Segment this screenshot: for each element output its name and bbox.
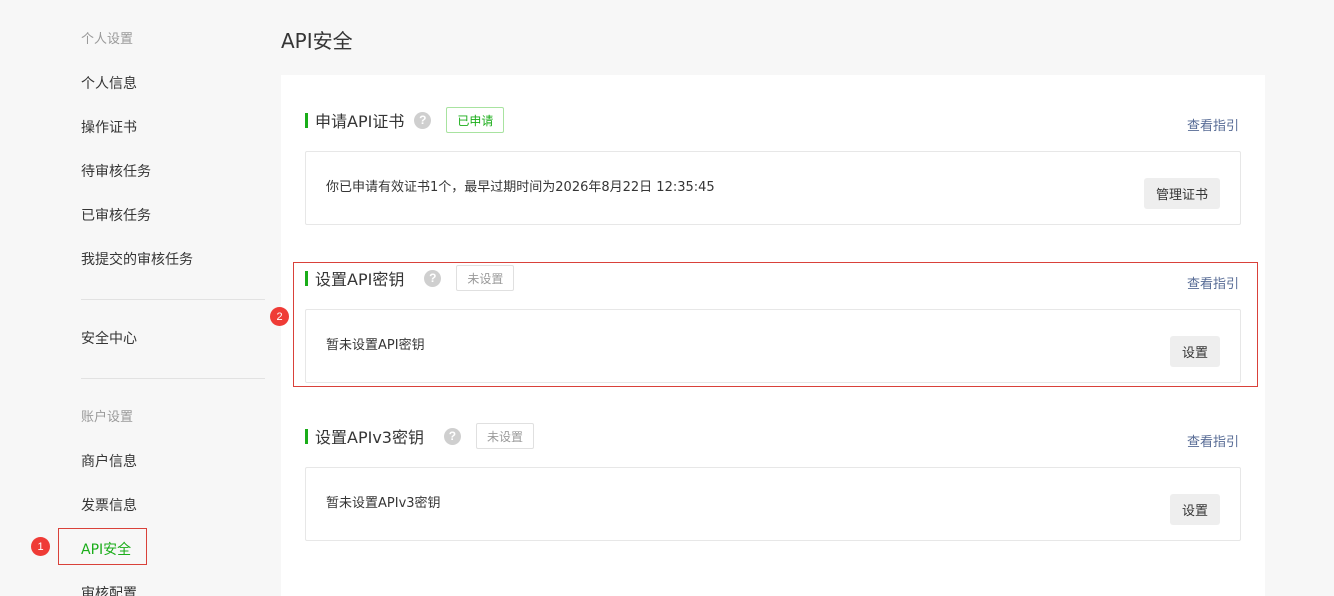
set-apiv3-key-button[interactable]: 设置 [1169, 494, 1220, 525]
sidebar-item-security-center[interactable]: 安全中心 [81, 329, 137, 349]
sidebar-group-account: 账户设置 [81, 410, 134, 425]
manage-certificate-button[interactable]: 管理证书 [1143, 178, 1220, 209]
sidebar-item-api-security[interactable]: API安全 [81, 540, 131, 560]
section-marker [305, 270, 308, 286]
sidebar-divider [81, 299, 265, 300]
api-key-box: 暂未设置API密钥 设置 [305, 309, 1241, 383]
question-mark-icon[interactable]: ? [424, 269, 442, 287]
certificate-message: 你已申请有效证书1个，最早过期时间为2026年8月22日 12:35:45 [326, 180, 715, 195]
page-title: API安全 [281, 29, 353, 53]
section-api-key-header: 设置API密钥 ? 未设置 [305, 265, 515, 291]
annotation-marker-2: 2 [270, 307, 289, 326]
section-title: 设置API密钥 [315, 270, 405, 289]
section-title: 申请API证书 [315, 112, 405, 131]
sidebar-divider [81, 378, 265, 379]
sidebar-item-profile[interactable]: 个人信息 [81, 74, 137, 94]
set-api-key-button[interactable]: 设置 [1169, 336, 1220, 367]
sidebar-item-invoice-info[interactable]: 发票信息 [81, 496, 137, 516]
section-marker [305, 428, 308, 444]
section-title: 设置APIv3密钥 [315, 428, 424, 447]
status-badge: 已申请 [446, 107, 505, 133]
section-api-certificate-header: 申请API证书 ? 已申请 [305, 107, 505, 133]
sidebar-item-operation-certificate[interactable]: 操作证书 [81, 118, 137, 138]
view-guide-link[interactable]: 查看指引 [1187, 276, 1239, 294]
sidebar-item-reviewed[interactable]: 已审核任务 [81, 206, 151, 226]
sidebar: 个人设置 个人信息 操作证书 待审核任务 已审核任务 我提交的审核任务 安全中心… [0, 0, 265, 596]
apiv3-key-message: 暂未设置APIv3密钥 [326, 496, 441, 511]
status-badge: 未设置 [475, 423, 534, 449]
certificate-info-box: 你已申请有效证书1个，最早过期时间为2026年8月22日 12:35:45 管理… [305, 151, 1241, 225]
sidebar-item-my-submitted[interactable]: 我提交的审核任务 [81, 250, 193, 270]
question-mark-icon[interactable]: ? [414, 111, 432, 129]
apiv3-key-box: 暂未设置APIv3密钥 设置 [305, 467, 1241, 541]
api-key-message: 暂未设置API密钥 [326, 338, 425, 353]
status-badge: 未设置 [456, 265, 515, 291]
sidebar-item-review-config[interactable]: 审核配置 [81, 584, 137, 596]
sidebar-item-merchant-info[interactable]: 商户信息 [81, 452, 137, 472]
sidebar-item-pending-review[interactable]: 待审核任务 [81, 162, 151, 182]
view-guide-link[interactable]: 查看指引 [1187, 118, 1239, 136]
sidebar-group-personal: 个人设置 [81, 32, 134, 47]
question-mark-icon[interactable]: ? [443, 427, 461, 445]
section-marker [305, 112, 308, 128]
section-apiv3-key-header: 设置APIv3密钥 ? 未设置 [305, 423, 534, 449]
view-guide-link[interactable]: 查看指引 [1187, 434, 1239, 452]
annotation-marker-1: 1 [31, 537, 50, 556]
